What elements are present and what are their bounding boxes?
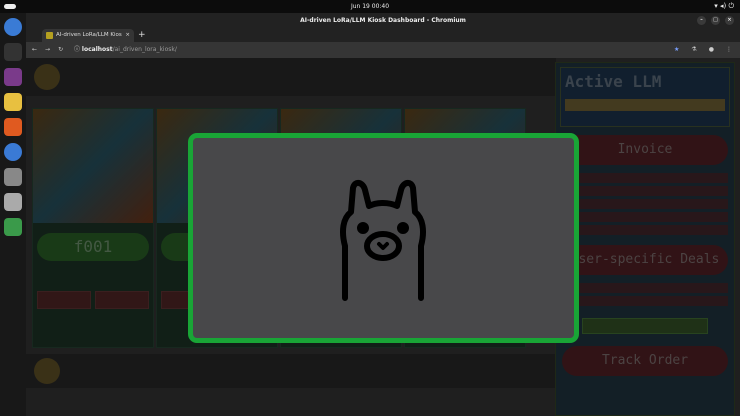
menu-icon[interactable]: ⋮ <box>726 42 732 58</box>
app-center-icon[interactable] <box>4 118 22 136</box>
notes-icon[interactable] <box>4 93 22 111</box>
window-titlebar: AI-driven LoRa/LLM Kiosk Dashboard - Chr… <box>26 13 740 28</box>
dock <box>0 13 26 416</box>
url-host: localhost <box>81 46 113 53</box>
back-icon[interactable]: ← <box>32 42 37 58</box>
url-path: /ai_driven_lora_kiosk/ <box>112 46 177 53</box>
clock[interactable]: Jun 19 00:40 <box>351 3 389 10</box>
system-top-bar: Jun 19 00:40 ▾ ◂) ⏻ <box>0 0 740 13</box>
profile-icon[interactable]: ● <box>709 42 714 58</box>
tab-bar: AI-driven LoRa/LLM Kios × + <box>26 28 740 42</box>
tab-label: AI-driven LoRa/LLM Kios <box>56 32 122 38</box>
extensions-icon[interactable]: ⚗ <box>691 42 696 58</box>
loading-modal <box>188 133 579 343</box>
ollama-llama-icon <box>340 180 426 301</box>
close-button[interactable]: × <box>725 16 734 25</box>
minimize-button[interactable]: – <box>697 16 706 25</box>
favicon-icon <box>46 32 53 39</box>
address-bar[interactable]: ⓘ localhost/ai_driven_lora_kiosk/ <box>74 42 177 58</box>
activities-button[interactable] <box>4 4 16 9</box>
terminal-icon[interactable] <box>4 43 22 61</box>
forward-icon[interactable]: → <box>45 42 50 58</box>
close-tab-icon[interactable]: × <box>125 29 130 42</box>
bookmark-star-icon[interactable]: ★ <box>674 42 679 58</box>
help-icon[interactable] <box>4 143 22 161</box>
browser-tab[interactable]: AI-driven LoRa/LLM Kios × <box>42 29 134 42</box>
trash-icon[interactable] <box>4 218 22 236</box>
settings-icon[interactable] <box>4 168 22 186</box>
address-toolbar: ← → ↻ ⓘ localhost/ai_driven_lora_kiosk/ ★ ⚗… <box>26 42 740 58</box>
new-tab-button[interactable]: + <box>138 28 146 42</box>
mail-icon[interactable] <box>4 68 22 86</box>
system-tray-icons[interactable]: ▾ ◂) ⏻ <box>714 0 734 13</box>
reload-icon[interactable]: ↻ <box>58 42 63 58</box>
disk-icon[interactable] <box>4 193 22 211</box>
chromium-icon[interactable] <box>4 18 22 36</box>
window-title: AI-driven LoRa/LLM Kiosk Dashboard - Chr… <box>300 17 466 24</box>
maximize-button[interactable]: □ <box>711 16 720 25</box>
